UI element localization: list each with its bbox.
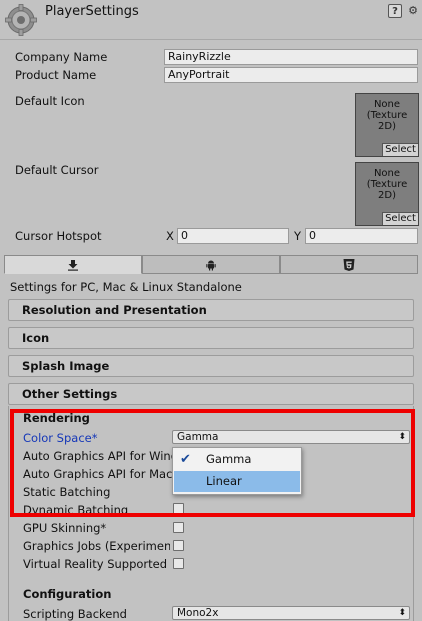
product-name-field[interactable]: AnyPortrait — [164, 67, 418, 83]
popup-option-label: Linear — [206, 474, 242, 488]
virtual-reality-checkbox[interactable] — [173, 558, 184, 569]
section-other-settings[interactable]: Other Settings — [8, 383, 414, 405]
hotspot-y-field[interactable]: 0 — [305, 228, 418, 244]
gear-icon[interactable]: ⚙ — [406, 4, 420, 18]
color-space-value: Gamma — [177, 431, 219, 443]
hotspot-y-label: Y — [294, 229, 302, 243]
hotspot-x-field[interactable]: 0 — [177, 228, 289, 244]
dynamic-batching-label: Dynamic Batching — [23, 503, 129, 517]
company-name-field[interactable]: RainyRizzle — [164, 49, 418, 65]
dropdown-arrows-icon: ⬍ — [398, 432, 406, 442]
static-batching-label: Static Batching — [23, 485, 111, 499]
scripting-backend-label: Scripting Backend — [23, 607, 127, 621]
gpu-skinning-checkbox[interactable] — [173, 522, 184, 533]
download-icon — [68, 259, 78, 271]
default-cursor-texture-slot[interactable]: None (Texture 2D) Select — [355, 162, 419, 226]
texture-none-label: None (Texture 2D) — [366, 99, 408, 132]
section-icon[interactable]: Icon — [8, 327, 414, 349]
color-space-label: Color Space* — [23, 431, 98, 445]
popup-option-gamma[interactable]: ✔ Gamma — [174, 449, 300, 470]
section-resolution-presentation[interactable]: Resolution and Presentation — [8, 299, 414, 321]
rendering-heading: Rendering — [23, 411, 90, 425]
hotspot-x-label: X — [166, 229, 174, 243]
scripting-backend-dropdown[interactable]: Mono2x ⬍ — [172, 606, 410, 620]
section-splash-image[interactable]: Splash Image — [8, 355, 414, 377]
default-cursor-label: Default Cursor — [15, 163, 99, 177]
android-icon — [206, 260, 216, 270]
platform-tabs — [4, 255, 418, 274]
checkmark-icon: ✔ — [180, 452, 191, 467]
tab-webgl[interactable] — [280, 255, 418, 274]
default-icon-label: Default Icon — [15, 94, 85, 108]
inspector-header: PlayerSettings ? ⚙ — [0, 0, 422, 40]
gpu-skinning-label: GPU Skinning* — [23, 521, 107, 535]
product-name-label: Product Name — [15, 68, 97, 82]
popup-option-linear[interactable]: Linear — [174, 471, 300, 492]
default-icon-select-button[interactable]: Select — [382, 143, 418, 156]
html5-icon — [343, 258, 355, 271]
auto-graphics-api-mac-label: Auto Graphics API for Mac — [23, 467, 173, 481]
color-space-dropdown[interactable]: Gamma ⬍ — [172, 430, 410, 444]
default-cursor-select-button[interactable]: Select — [382, 212, 418, 225]
scripting-backend-value: Mono2x — [177, 607, 219, 619]
virtual-reality-label: Virtual Reality Supported — [23, 557, 168, 571]
graphics-jobs-checkbox[interactable] — [173, 540, 184, 551]
default-icon-texture-slot[interactable]: None (Texture 2D) Select — [355, 93, 419, 157]
color-space-popup-menu: ✔ Gamma Linear — [172, 447, 302, 495]
configuration-heading: Configuration — [23, 587, 112, 601]
cursor-hotspot-label: Cursor Hotspot — [15, 229, 102, 243]
dropdown-arrows-icon: ⬍ — [398, 608, 406, 618]
tab-android[interactable] — [142, 255, 280, 274]
graphics-jobs-label: Graphics Jobs (Experimental) — [23, 539, 170, 553]
auto-graphics-api-windows-label: Auto Graphics API for Windows — [23, 449, 173, 463]
dynamic-batching-checkbox[interactable] — [173, 503, 184, 514]
help-icon[interactable]: ? — [388, 4, 402, 18]
inspector-title: PlayerSettings — [45, 4, 139, 19]
popup-option-label: Gamma — [206, 452, 252, 466]
texture-none-label: None (Texture 2D) — [366, 168, 408, 201]
player-settings-gear-icon — [5, 4, 37, 36]
tab-standalone[interactable] — [4, 255, 142, 274]
company-name-label: Company Name — [15, 50, 108, 64]
settings-for-label: Settings for PC, Mac & Linux Standalone — [10, 280, 242, 294]
